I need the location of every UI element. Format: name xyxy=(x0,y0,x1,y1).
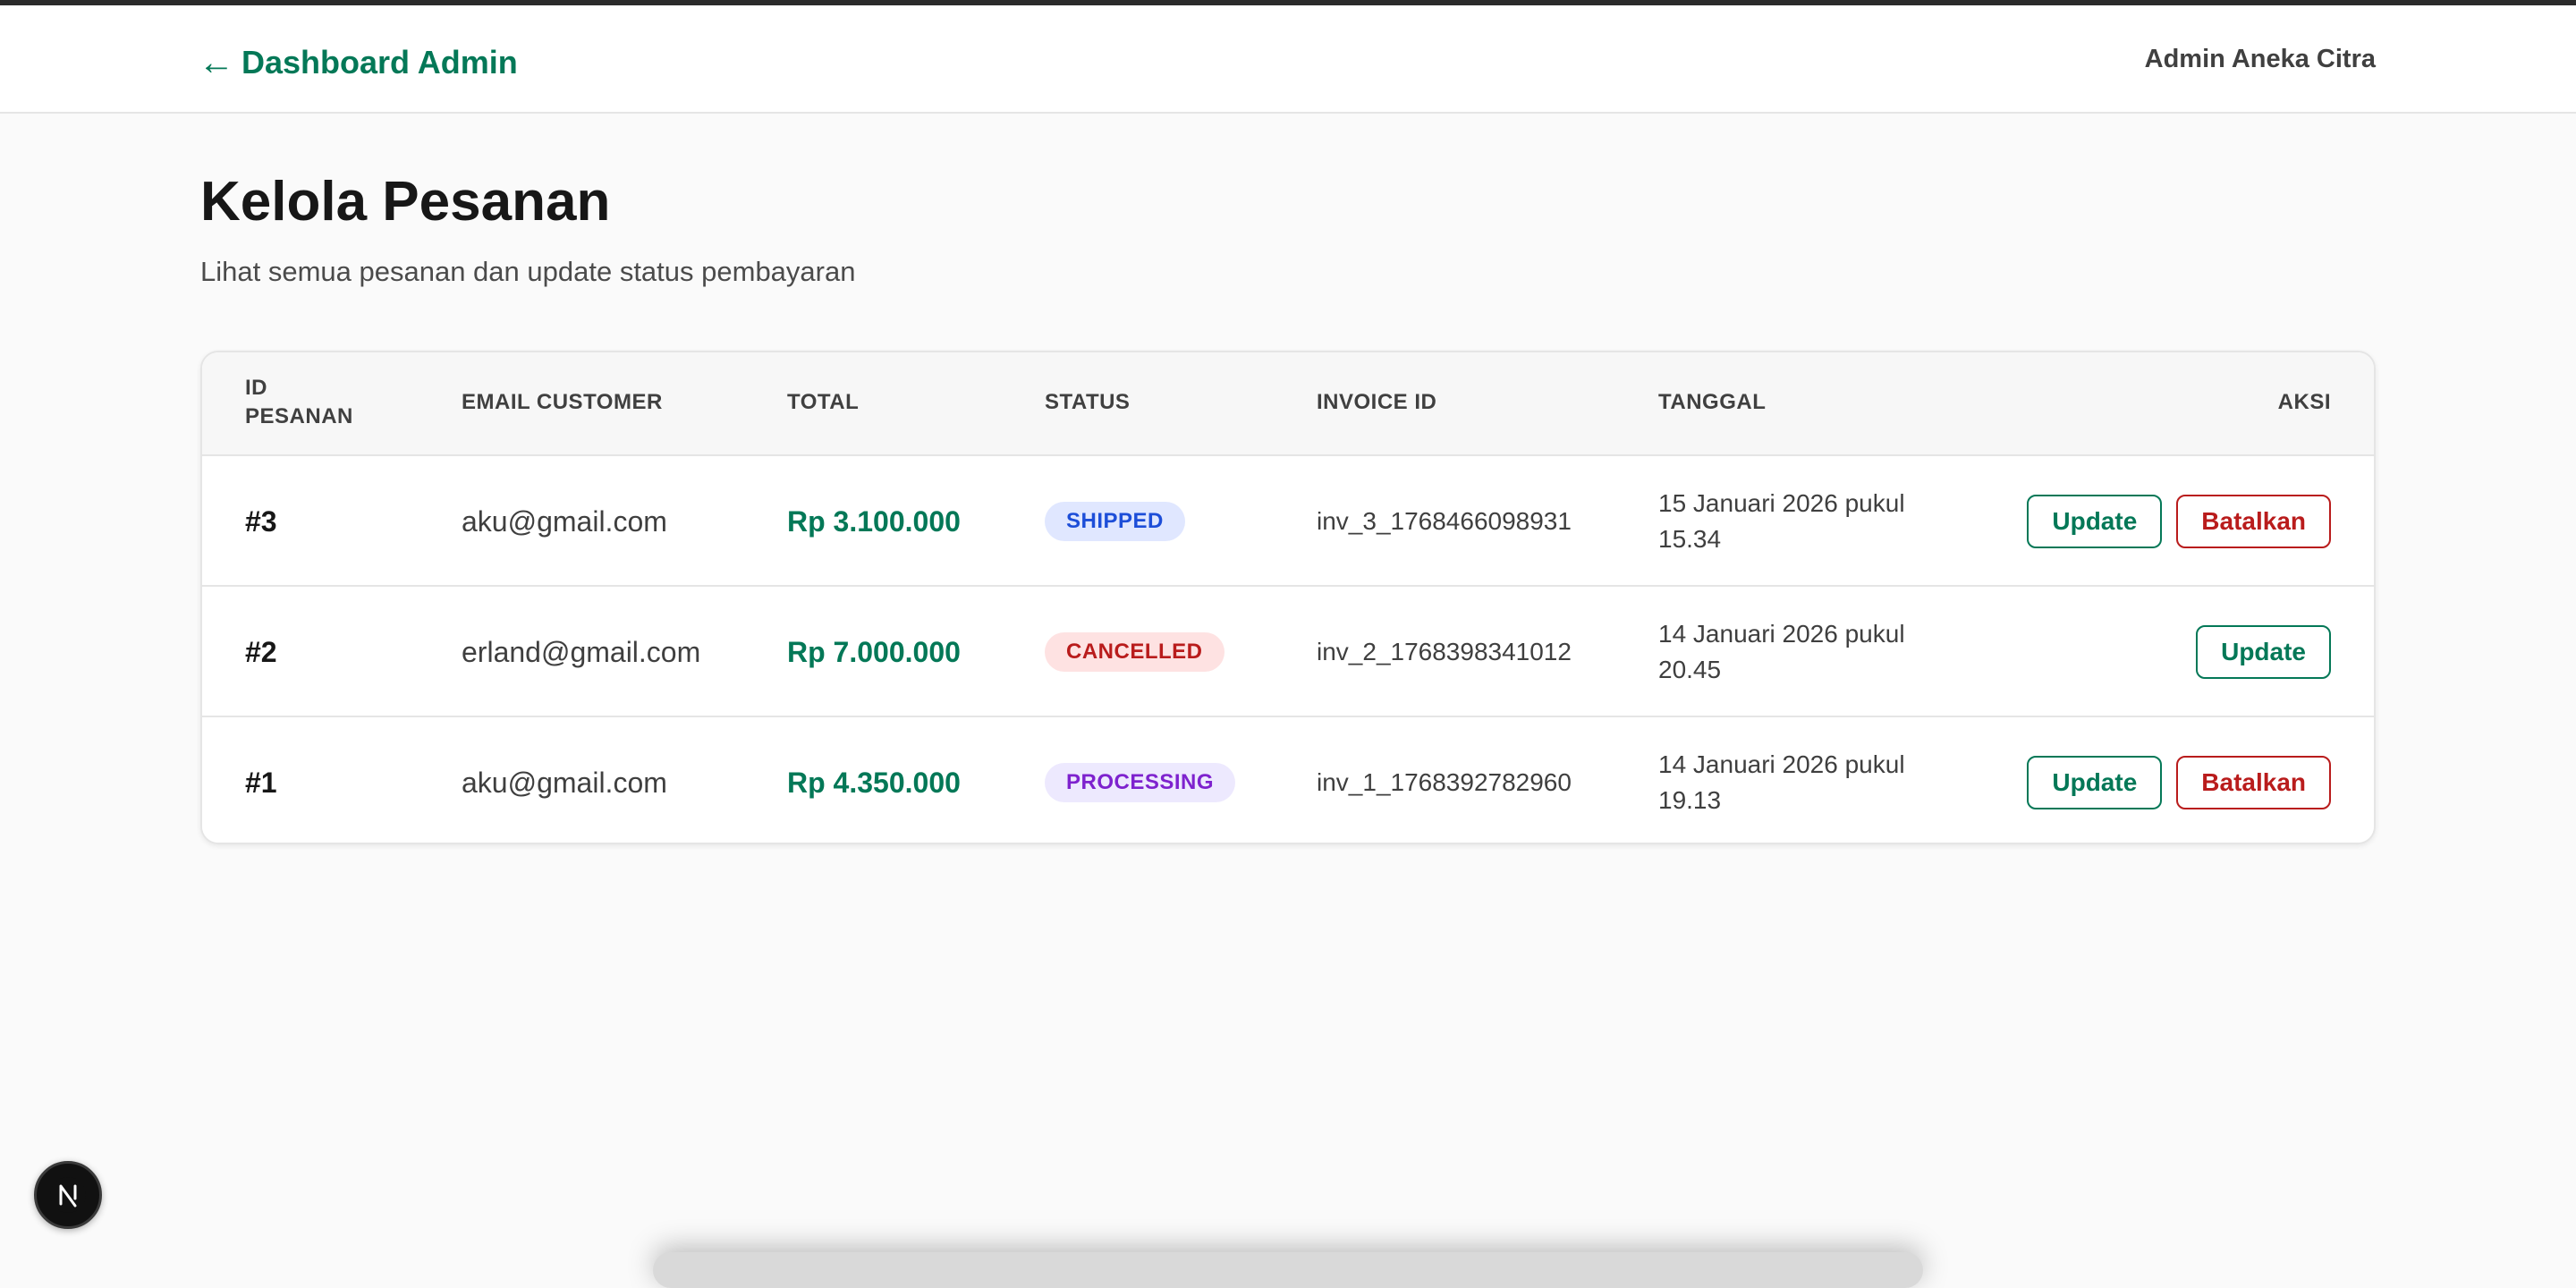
update-button[interactable]: Update xyxy=(2027,495,2163,548)
order-id: #3 xyxy=(245,504,277,538)
status-badge: PROCESSING xyxy=(1045,763,1236,802)
status-cell: PROCESSING xyxy=(1045,717,1236,843)
invoice-id: inv_2_1768398341012 xyxy=(1317,638,1572,665)
order-date-line1: 15 Januari 2026 pukul xyxy=(1658,489,1905,517)
invoice-id: inv_3_1768466098931 xyxy=(1317,507,1572,535)
column-header-id: ID PESANAN xyxy=(245,374,353,431)
status-cell: CANCELLED xyxy=(1045,587,1224,717)
order-date-line2: 19.13 xyxy=(1658,786,1722,814)
nextjs-glyph xyxy=(50,1177,86,1213)
order-date: 14 Januari 2026 pukul 20.45 xyxy=(1658,587,1953,717)
back-to-dashboard-link[interactable]: ← Dashboard Admin xyxy=(199,38,518,88)
cancel-order-button[interactable]: Batalkan xyxy=(2176,495,2331,548)
order-total: Rp 7.000.000 xyxy=(787,635,961,668)
column-header-total: TOTAL xyxy=(787,390,860,414)
table-row: #3 aku@gmail.com Rp 3.100.000 SHIPPED in… xyxy=(202,454,2374,585)
status-badge: SHIPPED xyxy=(1045,502,1185,541)
row-actions: Update xyxy=(2196,587,2331,717)
table-row: #2 erland@gmail.com Rp 7.000.000 CANCELL… xyxy=(202,585,2374,716)
status-cell: SHIPPED xyxy=(1045,456,1185,587)
order-date-line2: 20.45 xyxy=(1658,656,1722,683)
orders-table-card: ID PESANAN EMAIL CUSTOMER TOTAL STATUS I… xyxy=(200,351,2376,844)
order-date-line2: 15.34 xyxy=(1658,525,1722,553)
column-header-actions: AKSI xyxy=(2277,390,2331,414)
page-title: Kelola Pesanan xyxy=(200,171,611,233)
order-date-line1: 14 Januari 2026 pukul xyxy=(1658,750,1905,778)
invoice-id: inv_1_1768392782960 xyxy=(1317,768,1572,796)
admin-user-name: Admin Aneka Citra xyxy=(2144,45,2376,73)
update-button[interactable]: Update xyxy=(2196,625,2331,679)
table-header: ID PESANAN EMAIL CUSTOMER TOTAL STATUS I… xyxy=(202,352,2374,454)
customer-email: aku@gmail.com xyxy=(462,504,667,538)
column-header-invoice: INVOICE ID xyxy=(1317,390,1437,414)
top-header: ← Dashboard Admin Admin Aneka Citra xyxy=(0,5,2576,114)
update-button[interactable]: Update xyxy=(2027,756,2163,809)
customer-email: erland@gmail.com xyxy=(462,635,701,668)
column-header-id-line2: PESANAN xyxy=(245,404,353,428)
row-actions: Update Batalkan xyxy=(2027,717,2331,843)
column-header-id-line1: ID xyxy=(245,376,267,400)
column-header-status: STATUS xyxy=(1045,390,1131,414)
order-total: Rp 3.100.000 xyxy=(787,504,961,538)
order-id: #2 xyxy=(245,635,277,668)
cancel-order-button[interactable]: Batalkan xyxy=(2176,756,2331,809)
order-date: 14 Januari 2026 pukul 19.13 xyxy=(1658,717,1953,843)
status-badge: CANCELLED xyxy=(1045,632,1224,672)
nextjs-logo-icon[interactable] xyxy=(34,1161,102,1229)
column-header-date: TANGGAL xyxy=(1658,390,1767,414)
bottom-overlay-shadow xyxy=(653,1252,1923,1288)
order-date-line1: 14 Januari 2026 pukul xyxy=(1658,620,1905,648)
arrow-left-icon: ← xyxy=(199,43,234,82)
order-id: #1 xyxy=(245,766,277,799)
page-subtitle: Lihat semua pesanan dan update status pe… xyxy=(200,256,856,287)
row-actions: Update Batalkan xyxy=(2027,456,2331,587)
column-header-email: EMAIL CUSTOMER xyxy=(462,390,663,414)
table-row: #1 aku@gmail.com Rp 4.350.000 PROCESSING… xyxy=(202,716,2374,843)
customer-email: aku@gmail.com xyxy=(462,766,667,799)
order-date: 15 Januari 2026 pukul 15.34 xyxy=(1658,456,1953,587)
order-total: Rp 4.350.000 xyxy=(787,766,961,799)
back-link-label: Dashboard Admin xyxy=(242,44,518,80)
